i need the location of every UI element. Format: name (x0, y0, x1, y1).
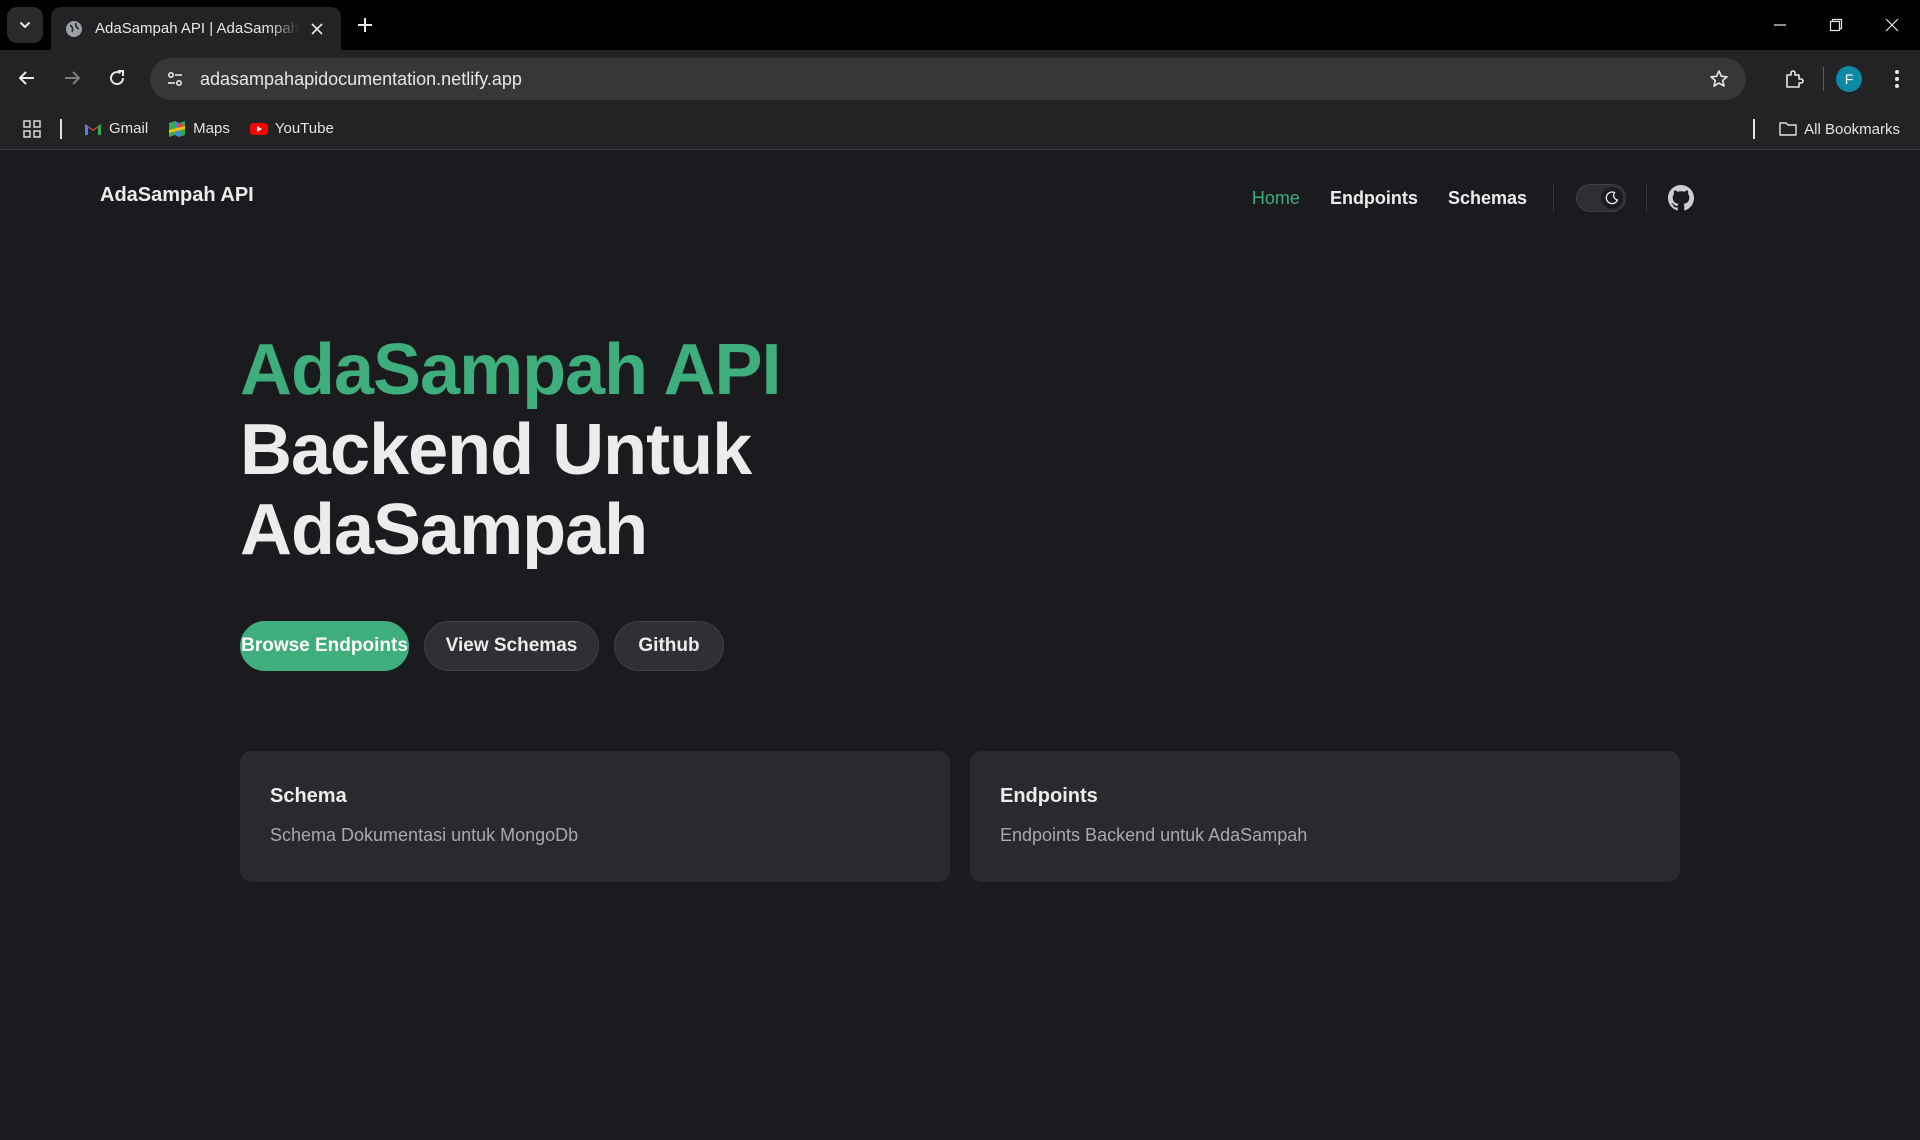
browser-menu-button[interactable] (1880, 62, 1914, 96)
close-icon (1885, 18, 1899, 32)
youtube-icon (249, 122, 268, 135)
github-button[interactable]: Github (614, 621, 724, 671)
browser-toolbar: adasampahapidocumentation.netlify.app F (0, 50, 1920, 108)
hero-title: AdaSampah API Backend Untuk AdaSampah (240, 330, 1140, 570)
github-icon (1668, 185, 1694, 211)
site-navbar: AdaSampah API Home Endpoints Schemas (0, 150, 1920, 244)
folder-icon (1779, 122, 1797, 136)
nav-endpoints[interactable]: Endpoints (1330, 188, 1418, 209)
profile-avatar[interactable]: F (1836, 66, 1862, 92)
site-info-button[interactable] (154, 58, 196, 100)
feature-title: Endpoints (1000, 785, 1098, 807)
more-vertical-icon (1895, 70, 1899, 88)
toolbar-right: F (1777, 50, 1920, 108)
github-link[interactable] (1667, 184, 1695, 212)
close-window-button[interactable] (1864, 0, 1920, 50)
browser-tab[interactable]: AdaSampah API | AdaSampah API (51, 7, 341, 50)
hero-tagline-line1: Backend Untuk (240, 410, 752, 490)
all-bookmarks-button[interactable]: All Bookmarks (1771, 115, 1908, 143)
back-button[interactable] (10, 61, 44, 95)
nav-links: Home Endpoints Schemas (1222, 184, 1695, 212)
extensions-button[interactable] (1777, 62, 1811, 96)
browser-chrome: AdaSampah API | AdaSampah API (0, 0, 1920, 150)
arrow-left-icon (19, 71, 34, 85)
hero-actions: Browse Endpoints View Schemas Github (240, 621, 739, 671)
feature-details: Schema Dokumentasi untuk MongoDb (270, 825, 579, 845)
toggle-knob (1601, 187, 1623, 209)
reload-icon (110, 70, 125, 86)
maps-icon (169, 120, 186, 137)
nav-divider (1553, 184, 1554, 212)
reload-button[interactable] (100, 61, 134, 95)
bookmarks-bar: Gmail Maps YouTube All Bookmarks (0, 108, 1920, 150)
new-tab-button[interactable] (352, 12, 378, 38)
bookmark-youtube[interactable]: YouTube (242, 115, 342, 143)
bookmarks-divider (60, 118, 62, 139)
window-controls (1752, 0, 1920, 50)
nav-schemas[interactable]: Schemas (1448, 188, 1527, 209)
gmail-icon (85, 123, 101, 135)
star-icon (1710, 70, 1728, 87)
dark-mode-toggle[interactable] (1576, 184, 1626, 212)
feature-title: Schema (270, 785, 347, 807)
nav-home[interactable]: Home (1252, 188, 1300, 209)
close-icon (311, 22, 323, 35)
bookmark-gmail[interactable]: Gmail (76, 115, 156, 143)
apps-grid-icon (23, 119, 41, 138)
feature-card-schema: Schema Schema Dokumentasi untuk MongoDb (240, 751, 950, 882)
bookmark-maps[interactable]: Maps (160, 115, 238, 143)
url-text[interactable]: adasampahapidocumentation.netlify.app (200, 69, 1698, 90)
hero-tagline-line2: AdaSampah (240, 490, 648, 570)
nav-divider (1646, 184, 1647, 212)
tab-strip: AdaSampah API | AdaSampah API (0, 0, 1920, 50)
forward-button[interactable] (55, 61, 89, 95)
tune-icon (167, 71, 183, 87)
browse-endpoints-button[interactable]: Browse Endpoints (240, 621, 409, 671)
site-brand[interactable]: AdaSampah API (100, 184, 254, 207)
minimize-button[interactable] (1752, 0, 1808, 50)
minimize-icon (1774, 24, 1786, 26)
tab-title: AdaSampah API | AdaSampah API (95, 20, 300, 37)
bookmark-star-button[interactable] (1698, 58, 1740, 100)
bookmark-label: Maps (193, 120, 230, 137)
feature-details: Endpoints Backend untuk AdaSampah (1000, 825, 1308, 845)
hero: AdaSampah API Backend Untuk AdaSampah (240, 330, 1140, 570)
chevron-down-icon (20, 22, 30, 28)
features: Schema Schema Dokumentasi untuk MongoDb … (240, 751, 1700, 882)
address-bar[interactable]: adasampahapidocumentation.netlify.app (150, 58, 1746, 100)
view-schemas-button[interactable]: View Schemas (424, 621, 599, 671)
bookmark-label: Gmail (109, 120, 149, 137)
bookmarks-right: All Bookmarks (1739, 108, 1912, 150)
globe-icon (66, 20, 82, 37)
tab-close-button[interactable] (308, 18, 327, 40)
hero-name: AdaSampah API (240, 330, 781, 410)
restore-button[interactable] (1808, 0, 1864, 50)
plus-icon (358, 18, 372, 32)
bookmarks-divider (1753, 119, 1756, 139)
tab-search-button[interactable] (7, 7, 43, 43)
feature-card-endpoints: Endpoints Endpoints Backend untuk AdaSam… (970, 751, 1680, 882)
all-bookmarks-label: All Bookmarks (1804, 120, 1900, 138)
puzzle-icon (1786, 70, 1804, 88)
bookmark-label: YouTube (274, 120, 334, 137)
restore-icon (1829, 18, 1843, 32)
arrow-right-icon (65, 71, 80, 85)
web-page: AdaSampah API Home Endpoints Schemas Ada… (0, 150, 1920, 1140)
moon-icon (1605, 191, 1619, 205)
apps-button[interactable] (18, 115, 46, 143)
toolbar-divider (1823, 67, 1824, 91)
